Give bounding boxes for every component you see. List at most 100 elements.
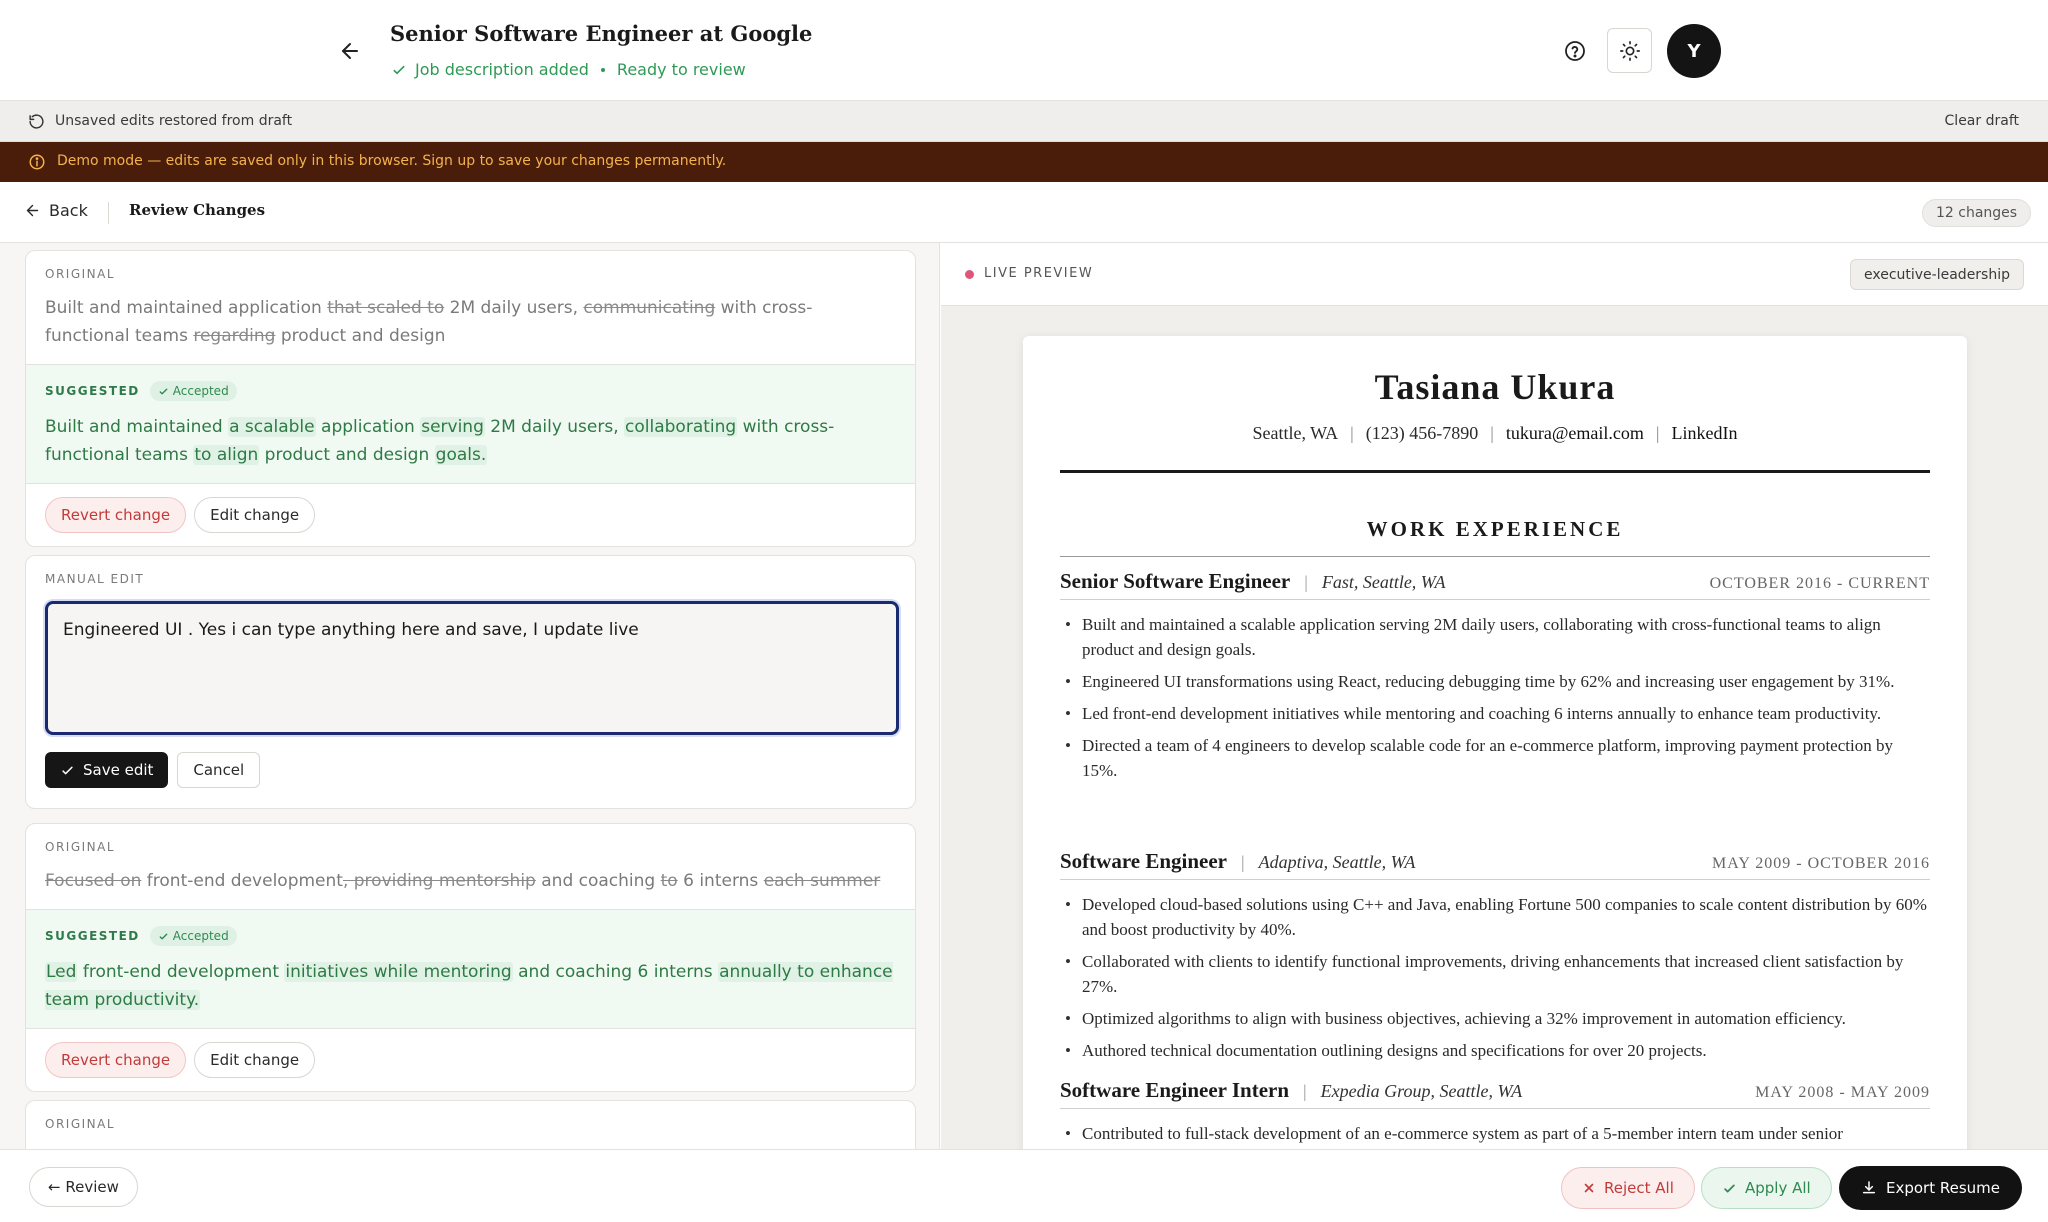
manual-edit-textarea[interactable]: Engineered UI . Yes i can type anything … [45, 601, 899, 735]
live-preview-label: LIVE PREVIEW [984, 266, 1094, 281]
job-bullets: Developed cloud-based solutions using C+… [1060, 892, 1930, 1063]
job-bullet: Authored technical documentation outlini… [1060, 1038, 1930, 1063]
bottom-action-bar: ← Review Reject All Apply All Export Res… [0, 1149, 2048, 1222]
review-back-button[interactable]: ← Review [29, 1167, 138, 1207]
job-bullets: Contributed to full-stack development of… [1060, 1121, 1930, 1146]
job-bullets: Built and maintained a scalable applicat… [1060, 612, 1930, 783]
live-preview-panel: LIVE PREVIEW executive-leadership Tasian… [941, 243, 2048, 1149]
changes-count-badge: 12 changes [1922, 199, 2032, 227]
save-edit-button[interactable]: Save edit [45, 752, 169, 788]
template-badge[interactable]: executive-leadership [1849, 259, 2024, 290]
original-label: ORIGINAL [45, 1117, 116, 1131]
card-actions: Revert change Edit change [26, 484, 915, 546]
job-entry-company: Expedia Group, Seattle, WA [1320, 1081, 1523, 1101]
manual-edit-section: MANUAL EDIT Engineered UI . Yes i can ty… [26, 556, 915, 802]
arrow-left-icon [26, 204, 39, 217]
demo-mode-banner: Demo mode — edits are saved only in this… [0, 142, 2048, 182]
job-entry-dates: MAY 2008 - MAY 2009 [1755, 1084, 1930, 1101]
help-button[interactable] [1556, 32, 1594, 70]
job-bullet: Optimized algorithms to align with busin… [1060, 1006, 1930, 1031]
change-card: ORIGINAL Focused on front-end developmen… [25, 823, 916, 1092]
suggested-section: SUGGESTED Accepted Led front-end develop… [26, 909, 915, 1029]
edit-change-button[interactable]: Edit change [194, 1042, 316, 1078]
suggested-text: Led front-end development initiatives wh… [45, 962, 893, 1010]
draft-restored-bar: Unsaved edits restored from draft Clear … [0, 101, 2048, 142]
section-heading: WORK EXPERIENCE [1366, 517, 1624, 541]
review-toolbar: Back Review Changes 12 changes [0, 182, 2048, 243]
live-indicator-dot [965, 270, 974, 279]
back-arrow-button[interactable] [332, 35, 368, 67]
cancel-button[interactable]: Cancel [177, 752, 261, 788]
close-icon [1584, 1183, 1594, 1193]
resume-contact: Seattle, WA | (123) 456-7890 | tukura@email.… [1252, 423, 1738, 443]
export-resume-button[interactable]: Export Resume [1839, 1166, 2023, 1210]
job-title: Senior Software Engineer at Google [390, 21, 813, 46]
help-circle-icon [1565, 41, 1585, 61]
job-entry: Software Engineer | Adaptiva, Seattle, W… [1060, 849, 1930, 1070]
suggested-label: SUGGESTED [45, 929, 140, 943]
resume-email[interactable]: tukura@email.com [1506, 423, 1644, 443]
original-section: ORIGINAL Built and maintained applicatio… [26, 251, 915, 364]
resume-location: Seattle, WA [1252, 423, 1339, 443]
edit-change-button[interactable]: Edit change [194, 497, 316, 533]
download-icon [1862, 1181, 1876, 1194]
restore-icon [29, 114, 44, 129]
job-bullet: Engineered UI transformations using Reac… [1060, 669, 1930, 694]
check-icon [1724, 1184, 1735, 1192]
status-jd-text: Job description added [415, 60, 589, 79]
original-label: ORIGINAL [45, 840, 116, 854]
job-entry: Senior Software Engineer | Fast, Seattle… [1060, 569, 1930, 790]
suggested-section: SUGGESTED Accepted Built and maintained … [26, 364, 915, 484]
status-dot [600, 67, 605, 72]
back-label: Back [49, 201, 88, 220]
resume-document: Tasiana Ukura Seattle, WA | (123) 456-7890… [1023, 336, 1967, 1149]
info-icon [29, 154, 45, 170]
apply-all-button[interactable]: Apply All [1701, 1167, 1832, 1209]
original-section: ORIGINAL Focused on front-end developmen… [26, 824, 915, 909]
original-label: ORIGINAL [45, 267, 116, 281]
sun-icon [1619, 40, 1640, 61]
reject-all-button[interactable]: Reject All [1561, 1167, 1695, 1209]
theme-toggle-button[interactable] [1607, 28, 1652, 73]
original-text: Built and maintained application that sc… [45, 298, 813, 346]
job-entry-title: Software Engineer [1060, 849, 1228, 873]
draft-text: Unsaved edits restored from draft [55, 113, 293, 129]
revert-change-button[interactable]: Revert change [45, 497, 187, 533]
preview-header: LIVE PREVIEW executive-leadership [941, 243, 2048, 306]
job-entry: Software Engineer Intern | Expedia Group… [1060, 1078, 1930, 1149]
section-rule [1060, 556, 1930, 557]
resume-phone: (123) 456-7890 [1365, 423, 1479, 443]
job-bullet: Developed cloud-based solutions using C+… [1060, 892, 1930, 942]
check-icon [393, 65, 405, 74]
suggested-text: Built and maintained a scalable applicat… [45, 417, 835, 465]
job-entry-dates: MAY 2009 - OCTOBER 2016 [1712, 855, 1930, 872]
job-entry-dates: OCTOBER 2016 - CURRENT [1709, 575, 1930, 592]
card-actions: Revert change Edit change [26, 1029, 915, 1091]
change-card: ORIGINAL [25, 1100, 916, 1149]
manual-edit-label: MANUAL EDIT [45, 572, 145, 586]
original-text: Focused on front-end development, provid… [45, 871, 881, 891]
resume-name: Tasiana Ukura [1374, 367, 1616, 407]
job-entry-title: Senior Software Engineer [1060, 569, 1291, 593]
toolbar-divider [108, 202, 109, 224]
resume-linkedin[interactable]: LinkedIn [1672, 423, 1738, 443]
user-avatar[interactable]: Y [1667, 24, 1721, 78]
changes-list-panel[interactable]: ORIGINAL Built and maintained applicatio… [0, 243, 940, 1149]
check-icon [62, 766, 73, 774]
back-button[interactable]: Back [24, 201, 88, 220]
revert-change-button[interactable]: Revert change [45, 1042, 187, 1078]
demo-mode-text: Demo mode — edits are saved only in this… [57, 153, 727, 169]
job-bullet: Contributed to full-stack development of… [1060, 1121, 1930, 1146]
check-icon [159, 388, 168, 394]
status-ready-text: Ready to review [616, 60, 746, 79]
job-entry-company: Adaptiva, Seattle, WA [1258, 852, 1416, 872]
job-bullet: Directed a team of 4 engineers to develo… [1060, 733, 1930, 783]
arrow-left-icon [342, 43, 358, 59]
app-header: Senior Software Engineer at Google Job d… [0, 0, 2048, 101]
original-section: ORIGINAL [26, 1101, 915, 1145]
job-entry-company: Fast, Seattle, WA [1321, 572, 1446, 592]
clear-draft-link[interactable]: Clear draft [1945, 113, 2019, 129]
header-rule [1060, 470, 1930, 473]
job-bullet: Led front-end development initiatives wh… [1060, 701, 1930, 726]
job-bullet: Collaborated with clients to identify fu… [1060, 949, 1930, 999]
